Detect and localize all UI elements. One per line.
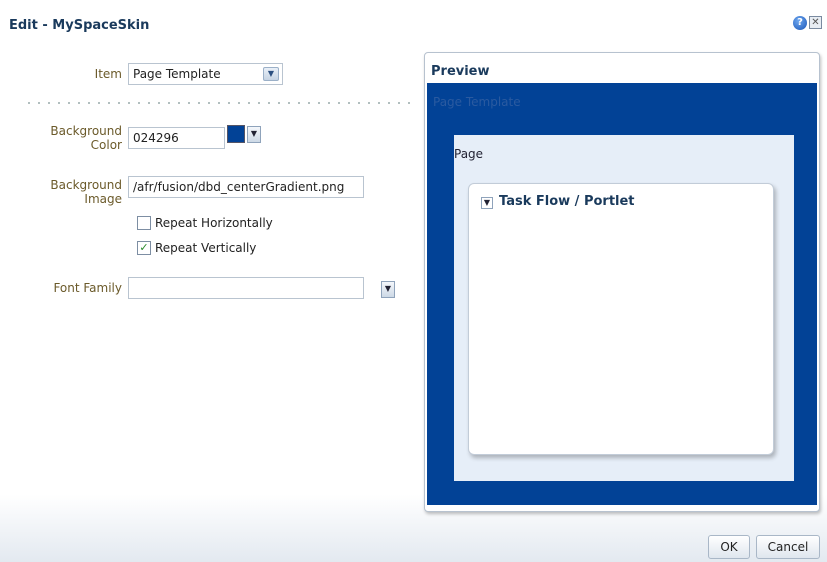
- cancel-button[interactable]: Cancel: [756, 535, 820, 559]
- background-color-label: Background Color: [50, 124, 122, 152]
- item-select[interactable]: Page Template ▼: [128, 63, 283, 85]
- item-label: Item: [94, 67, 122, 81]
- preview-portlet: ▼ Task Flow / Portlet: [468, 183, 774, 455]
- ok-button[interactable]: OK: [708, 535, 750, 559]
- preview-title: Preview: [431, 64, 490, 79]
- close-icon[interactable]: ✕: [809, 16, 822, 29]
- font-family-dropdown-button[interactable]: ▼: [381, 281, 395, 298]
- repeat-horizontally-row[interactable]: Repeat Horizontally: [137, 216, 273, 230]
- item-select-value: Page Template: [133, 67, 221, 81]
- preview-page-template: Page Template Page ▼ Task Flow / Portlet: [427, 83, 817, 505]
- dialog-title: Edit - MySpaceSkin: [9, 18, 150, 33]
- preview-panel: Preview Page Template Page ▼ Task Flow /…: [424, 52, 820, 512]
- page-label: Page: [454, 147, 484, 161]
- help-icon[interactable]: ?: [793, 16, 807, 30]
- background-image-label: Background Image: [50, 178, 122, 206]
- color-dropdown-button[interactable]: ▼: [247, 126, 261, 143]
- background-image-input[interactable]: /afr/fusion/dbd_centerGradient.png: [128, 176, 364, 198]
- repeat-vertically-checkbox[interactable]: ✓: [137, 241, 151, 255]
- background-color-input[interactable]: 024296: [128, 127, 225, 149]
- font-family-input[interactable]: [128, 277, 364, 299]
- repeat-horizontally-checkbox[interactable]: [137, 216, 151, 230]
- preview-page: Page ▼ Task Flow / Portlet: [454, 135, 794, 481]
- page-template-label: Page Template: [433, 95, 521, 109]
- repeat-vertically-row[interactable]: ✓ Repeat Vertically: [137, 241, 256, 255]
- header-icons: ? ✕: [793, 16, 822, 30]
- chevron-down-icon[interactable]: ▼: [263, 67, 279, 81]
- repeat-horizontally-label: Repeat Horizontally: [155, 216, 273, 230]
- color-swatch[interactable]: [227, 125, 245, 143]
- repeat-vertically-label: Repeat Vertically: [155, 241, 257, 255]
- separator: [24, 102, 416, 104]
- font-family-label: Font Family: [53, 281, 122, 295]
- portlet-title: Task Flow / Portlet: [499, 194, 635, 209]
- chevron-down-icon[interactable]: ▼: [481, 197, 493, 209]
